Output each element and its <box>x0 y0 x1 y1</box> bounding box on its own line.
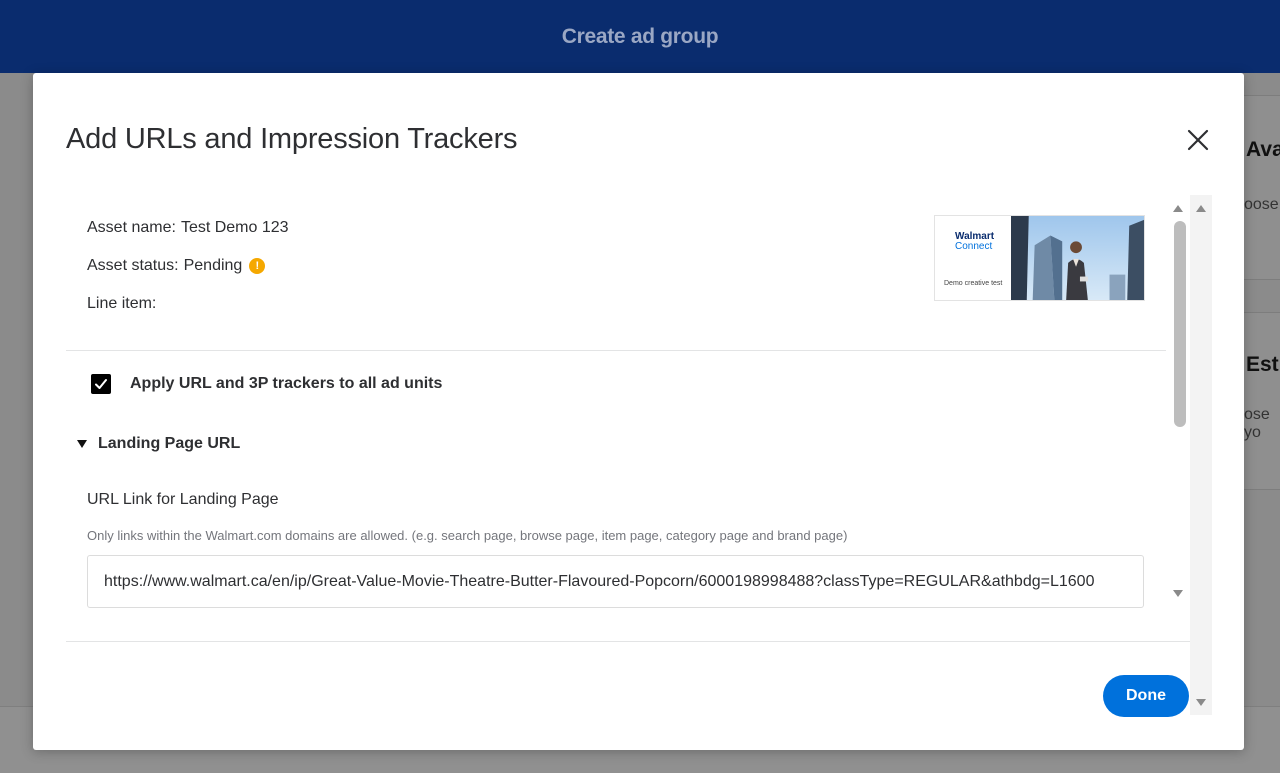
content-scroll-down-icon[interactable] <box>1173 590 1183 597</box>
landing-page-section-toggle[interactable]: Landing Page URL <box>77 435 240 453</box>
caret-down-icon <box>77 440 87 448</box>
modal-scroll-down-icon[interactable] <box>1196 699 1206 706</box>
content-scroll-thumb[interactable] <box>1174 221 1186 427</box>
asset-status-value: Pending <box>183 257 243 274</box>
line-item-label: Line item: <box>87 295 157 312</box>
asset-name-row: Asset name: Test Demo 123 <box>87 219 289 237</box>
thumbnail-brand-line-2: Connect <box>955 241 993 252</box>
pending-warning-icon: ! <box>249 258 266 274</box>
landing-url-input[interactable] <box>87 555 1144 608</box>
thumbnail-photo <box>1011 216 1144 300</box>
modal-title: Add URLs and Impression Trackers <box>66 123 518 155</box>
asset-name-label: Asset name: <box>87 219 176 236</box>
line-item-row: Line item: <box>87 295 161 313</box>
asset-name-value: Test Demo 123 <box>180 219 289 236</box>
add-urls-modal: Add URLs and Impression Trackers Asset n… <box>33 73 1244 750</box>
landing-page-section-title: Landing Page URL <box>98 435 241 452</box>
top-bar: Create ad group <box>0 0 1280 73</box>
apply-all-label: Apply URL and 3P trackers to all ad unit… <box>130 375 443 392</box>
content-scroll-up-icon[interactable] <box>1173 205 1183 212</box>
thumbnail-brand-panel: Walmart Connect Demo creative test <box>935 216 1011 300</box>
modal-scrollbar-track[interactable] <box>1190 195 1212 715</box>
checkmark-icon <box>95 379 107 389</box>
close-icon <box>1187 129 1209 151</box>
background-text-availability: oose <box>1244 196 1279 213</box>
apply-all-checkbox-row[interactable]: Apply URL and 3P trackers to all ad unit… <box>91 374 442 394</box>
asset-status-row: Asset status: Pending ! <box>87 257 266 275</box>
asset-thumbnail: Walmart Connect Demo creative test <box>934 215 1145 301</box>
asset-status-label: Asset status: <box>87 257 179 274</box>
background-text-estimate: ose yo <box>1244 406 1270 441</box>
landing-url-label: URL Link for Landing Page <box>87 491 279 508</box>
close-button[interactable] <box>1183 125 1213 155</box>
modal-scroll-up-icon[interactable] <box>1196 205 1206 212</box>
background-heading-availability: Ava <box>1246 138 1280 161</box>
thumbnail-caption: Demo creative test <box>944 280 1003 287</box>
landing-url-help-text: Only links within the Walmart.com domain… <box>87 528 848 543</box>
background-heading-estimate: Esti <box>1246 353 1280 376</box>
topbar-title: Create ad group <box>561 24 719 48</box>
done-button[interactable]: Done <box>1103 675 1189 717</box>
meta-divider <box>66 350 1166 351</box>
apply-all-checkbox[interactable] <box>91 374 111 394</box>
section-divider <box>66 641 1190 642</box>
content-scrollbar[interactable] <box>1170 195 1188 611</box>
